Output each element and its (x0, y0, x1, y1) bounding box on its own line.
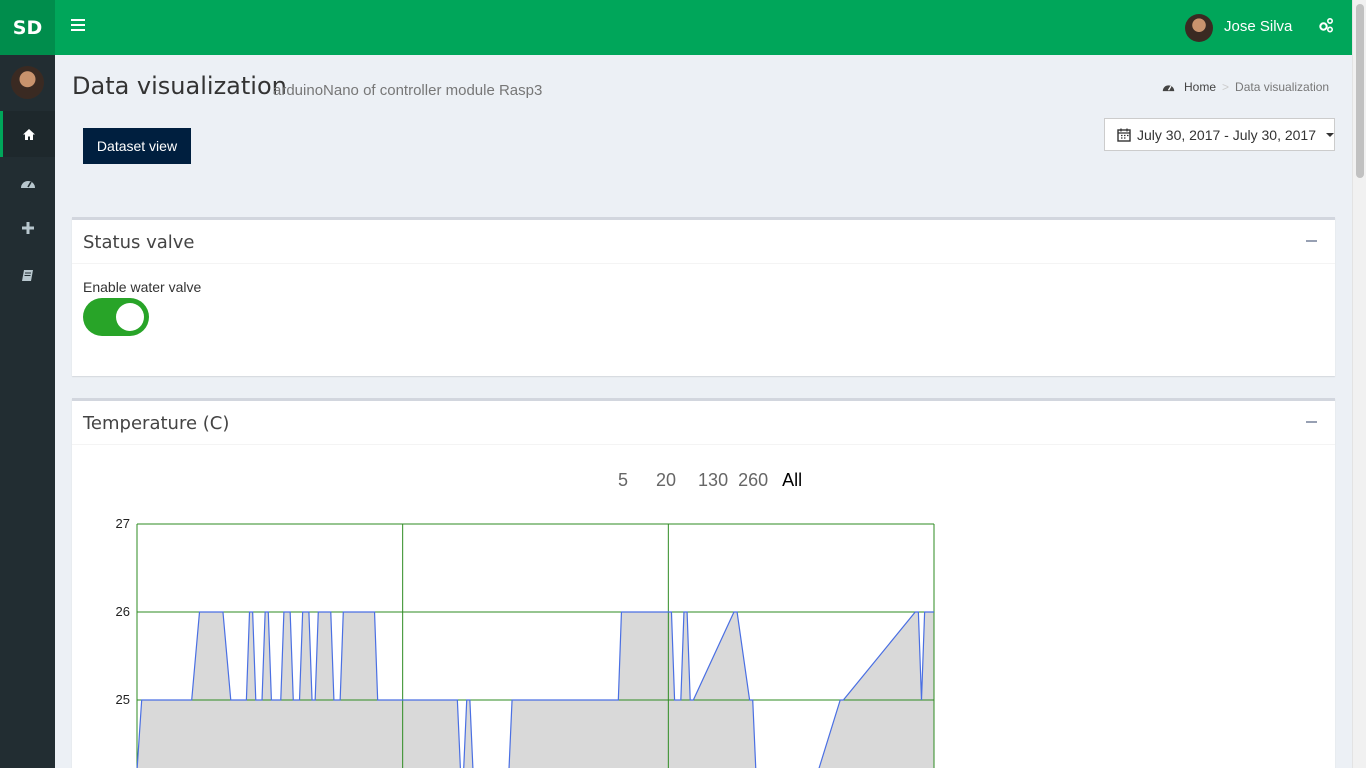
top-navbar: Jose Silva (55, 0, 1352, 55)
box-header: Status valve (72, 220, 1335, 264)
range-button-130[interactable]: 130 (698, 470, 728, 491)
toggle-knob (116, 303, 144, 331)
temperature-area (137, 612, 934, 768)
dataset-view-button[interactable]: Dataset view (83, 128, 191, 164)
collapse-minus-icon[interactable] (1306, 421, 1317, 423)
box-header: Temperature (C) (72, 401, 1335, 445)
app-logo[interactable]: SD (0, 0, 55, 55)
dashboard-icon (20, 181, 35, 188)
range-button-260[interactable]: 260 (738, 470, 768, 491)
calendar-icon (1117, 128, 1131, 142)
sidebar-user-avatar (11, 66, 44, 99)
date-range-picker[interactable]: July 30, 2017 - July 30, 2017 (1104, 118, 1335, 151)
valve-label: Enable water valve (83, 279, 202, 295)
page-subtitle: arduinoNano of controller module Rasp3 (273, 82, 543, 99)
page-scrollbar[interactable] (1352, 0, 1366, 768)
plus-icon (21, 222, 34, 234)
breadcrumb-current: Data visualization (1235, 80, 1330, 94)
status-valve-title: Status valve (83, 232, 195, 253)
sidebar-item-docs[interactable] (0, 252, 55, 298)
user-avatar[interactable] (1185, 14, 1213, 42)
y-tick-label: 26 (116, 604, 130, 619)
dashboard-icon (1162, 85, 1175, 92)
range-selector: 5 20 130 260 All (618, 470, 802, 491)
range-button-20[interactable]: 20 (656, 470, 676, 491)
book-icon (22, 269, 33, 281)
sidebar (0, 55, 55, 768)
settings-gears-icon[interactable] (1318, 16, 1334, 38)
sidebar-item-dashboard[interactable] (0, 160, 55, 206)
temperature-box: Temperature (C) 5 20 130 260 All 27 26 2… (72, 398, 1335, 768)
home-icon (23, 128, 35, 140)
temperature-chart[interactable]: 27 26 25 (72, 516, 972, 768)
breadcrumb-home[interactable]: Home (1184, 80, 1216, 94)
collapse-minus-icon[interactable] (1306, 240, 1317, 242)
range-button-all[interactable]: All (782, 470, 802, 491)
date-range-label: July 30, 2017 - July 30, 2017 (1137, 126, 1317, 143)
y-tick-label: 25 (116, 692, 130, 707)
chevron-down-icon (1326, 132, 1334, 137)
scrollbar-thumb[interactable] (1356, 4, 1364, 178)
status-valve-box: Status valve Enable water valve (72, 217, 1335, 376)
breadcrumb: Home > Data visualization (1162, 80, 1329, 94)
sidebar-toggle-icon[interactable] (71, 19, 85, 33)
sidebar-item-add[interactable] (0, 205, 55, 251)
page-title: Data visualization (72, 72, 287, 100)
sidebar-item-home[interactable] (0, 111, 55, 157)
user-name[interactable]: Jose Silva (1224, 18, 1292, 35)
water-valve-toggle[interactable] (83, 298, 149, 336)
temperature-title: Temperature (C) (83, 413, 230, 434)
y-tick-label: 27 (116, 516, 130, 531)
range-button-5[interactable]: 5 (618, 470, 628, 491)
breadcrumb-separator: > (1222, 80, 1230, 94)
